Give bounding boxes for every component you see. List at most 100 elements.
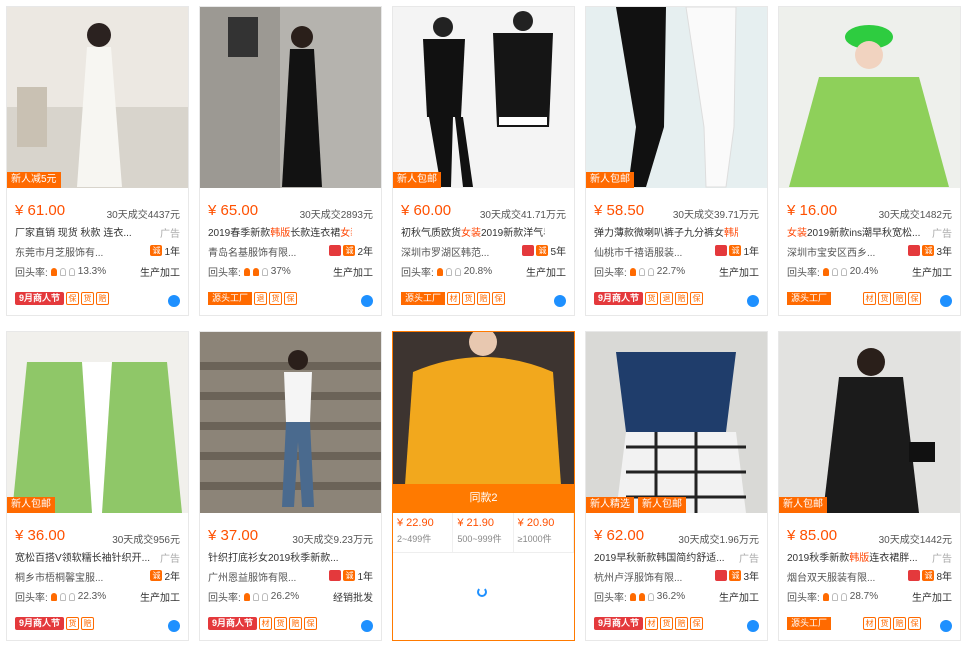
chat-icon[interactable] [168,620,180,632]
cheng-icon: 诚 [536,245,549,256]
service-icon: 赔 [289,617,303,630]
service-icon: 退 [660,292,674,305]
sales-volume: 30天成交2893元 [299,210,373,221]
service-icon: 货 [645,292,659,305]
person-icon [261,267,268,276]
badge-row: 9月商人节材货赔保 [594,617,704,630]
service-icon: 货 [660,617,674,630]
shop-name[interactable]: 青岛名基服饰有限... [208,244,326,259]
person-icon [831,267,838,276]
product-image[interactable] [200,332,381,513]
factory-badge: 源头工厂 [401,292,446,305]
product-title[interactable]: 厂家直销 现货 秋款 连衣... [15,224,159,239]
product-image[interactable]: 新人精选 新人包邮 [586,332,767,513]
person-icon [445,267,452,276]
service-icon: 货 [878,617,892,630]
seller-years: 诚 1年 [150,245,180,258]
shop-name[interactable]: 仙桃市千禧语服装... [594,244,712,259]
product-image[interactable]: 新人减5元 [7,7,188,188]
chat-icon[interactable] [554,295,566,307]
seller-years: 诚 8年 [908,568,952,583]
festival-badge: 9月商人节 [15,292,65,305]
person-icon [840,267,847,276]
business-mode: 生产加工 [912,593,952,604]
shop-name[interactable]: 广州恩益服饰有限... [208,569,326,584]
promo-tag: 新人包邮 [638,497,686,513]
shop-name[interactable]: 桐乡市梧桐馨宝服... [15,569,133,584]
chat-icon[interactable] [361,620,373,632]
person-icon [261,592,268,601]
crown-icon [329,570,342,581]
product-title[interactable]: 2019秋季新款韩版连衣裙胖... [787,549,931,564]
product-title[interactable]: 弹力薄款微喇叭裤子九分裤女韩版... [594,224,738,239]
service-icon: 保 [492,292,506,305]
service-icon: 保 [690,292,704,305]
product-title[interactable]: 2019春季新款韩版长款连衣裙女装 [208,224,352,239]
chat-icon[interactable] [361,295,373,307]
product-card[interactable]: 新人精选 新人包邮 ¥ 62.00 30天成交1.96万元 2019早秋新款韩国… [585,331,768,641]
product-image[interactable]: 新人包邮 [779,332,960,513]
ad-label: 广告 [932,554,952,565]
promo-tag: 新人包邮 [586,172,634,188]
product-title[interactable]: 宽松百搭V领软糯长袖针织开... [15,549,159,564]
seller-years: 诚 5年 [522,243,566,258]
shop-name[interactable]: 烟台双天服装有限... [787,569,905,584]
product-card[interactable]: 新人包邮 ¥ 85.00 30天成交1442元 2019秋季新款韩版连衣裙胖..… [778,331,961,641]
person-icon [840,592,847,601]
cheng-icon: 诚 [729,245,742,256]
person-icon [50,592,57,601]
product-image[interactable]: 新人包邮 [393,7,574,188]
badge-row: 源头工厂 材货赔保 [787,292,922,305]
sales-volume: 30天成交4437元 [106,210,180,221]
chat-icon[interactable] [747,295,759,307]
chat-icon[interactable] [940,620,952,632]
product-card[interactable]: 新人包邮 ¥ 36.00 30天成交956元 宽松百搭V领软糯长袖针织开... … [6,331,189,641]
sales-volume: 30天成交41.71万元 [479,210,566,221]
shop-name[interactable]: 杭州卢浮服饰有限... [594,569,712,584]
product-card[interactable]: ¥ 37.00 30天成交9.23万元 针织打底衫女2019秋季新款... 广州… [199,331,382,641]
chat-icon[interactable] [747,620,759,632]
person-icon [252,267,259,276]
product-card-hover[interactable]: 同款2 ¥ 22.90 2~499件 ¥ 21.90 500~999件 ¥ 20.9… [392,331,575,641]
seller-years: 诚 3年 [715,568,759,583]
person-icon [831,592,838,601]
product-card[interactable]: 新人包邮 ¥ 58.50 30天成交39.71万元 弹力薄款微喇叭裤子九分裤女韩… [585,6,768,316]
chat-icon[interactable] [168,295,180,307]
seller-years: 诚 2年 [329,243,373,258]
service-icon: 保 [690,617,704,630]
badge-row: 9月商人节材货赔保 [208,617,318,630]
person-icon [638,267,645,276]
product-image[interactable]: 新人包邮 [7,332,188,513]
shop-name[interactable]: 东莞市月芝服饰有... [15,244,133,259]
shop-name[interactable]: 深圳市罗湖区韩范... [401,244,519,259]
product-image[interactable] [200,7,381,188]
product-card[interactable]: ¥ 65.00 30天成交2893元 2019春季新款韩版长款连衣裙女装 青岛名… [199,6,382,316]
business-mode: 生产加工 [526,268,566,279]
same-style-button[interactable]: 同款2 [393,484,574,513]
product-title[interactable]: 女装2019新款ins潮早秋宽松... [787,224,931,239]
sales-volume: 30天成交9.23万元 [292,535,373,546]
product-card[interactable]: 新人减5元 ¥ 61.00 30天成交4437元 厂家直销 现货 秋款 连衣..… [6,6,189,316]
seller-years: 诚 3年 [908,243,952,258]
service-icon: 赔 [893,292,907,305]
service-icon: 赔 [477,292,491,305]
person-icon [50,267,57,276]
price: ¥ 58.50 [594,202,645,219]
business-mode: 生产加工 [912,268,952,279]
repeat-rate: 回头率: 22.3% [15,591,107,604]
price: ¥ 62.00 [594,527,645,544]
product-title[interactable]: 初秋气质欧货女装2019新款洋气早... [401,224,545,239]
repeat-rate: 回头率: 37% [208,266,291,279]
service-icon: 保 [908,292,922,305]
product-card[interactable]: 新人包邮 ¥ 60.00 30天成交41.71万元 初秋气质欧货女装2019新款… [392,6,575,316]
product-title[interactable]: 针织打底衫女2019秋季新款... [208,549,352,564]
business-mode: 经销批发 [333,593,373,604]
shop-name[interactable]: 深圳市宝安区西乡... [787,244,905,259]
product-image[interactable] [779,7,960,188]
product-image[interactable]: 新人包邮 [586,7,767,188]
cheng-icon: 诚 [343,570,356,581]
product-title[interactable]: 2019早秋新款韩国简约舒适... [594,549,738,564]
chat-icon[interactable] [940,295,952,307]
product-card[interactable]: ¥ 16.00 30天成交1482元 女装2019新款ins潮早秋宽松... 广… [778,6,961,316]
repeat-rate: 回头率: 28.7% [787,591,879,604]
